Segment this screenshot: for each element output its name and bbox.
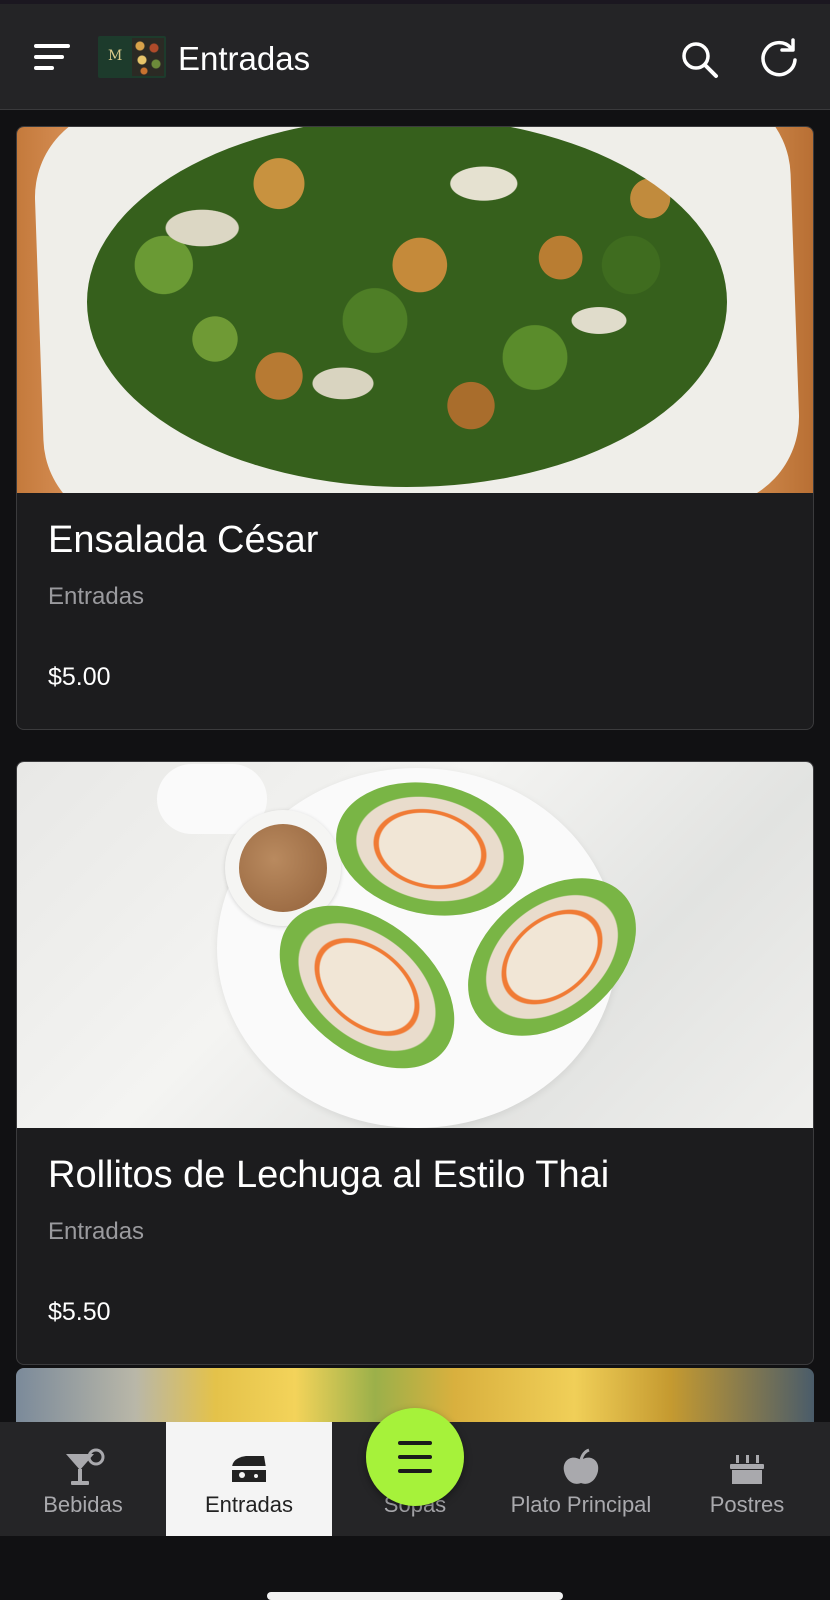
cocktail-icon <box>66 1448 105 1485</box>
tab-entradas[interactable]: Entradas <box>166 1422 332 1536</box>
logo-letter: M <box>108 48 123 64</box>
refresh-icon[interactable] <box>758 38 800 80</box>
cake-icon <box>730 1455 764 1484</box>
item-name: Ensalada César <box>48 519 319 561</box>
app-bar: M Entradas <box>0 4 830 110</box>
item-price: $5.50 <box>48 1298 111 1326</box>
tab-label: Postres <box>709 1492 785 1517</box>
menu-item-list: Ensalada César Entradas $5.00 Rollitos d… <box>0 110 830 1422</box>
tab-label: Plato Principal <box>510 1492 652 1517</box>
caesar-salad-image <box>17 127 813 493</box>
menu-item-card[interactable]: Ensalada César Entradas $5.00 <box>16 126 814 730</box>
tab-label: Entradas <box>204 1492 294 1517</box>
item-name: Rollitos de Lechuga al Estilo Thai <box>48 1154 610 1196</box>
apple-icon <box>563 1448 599 1484</box>
restaurant-logo: M <box>98 36 166 78</box>
item-price: $5.00 <box>48 663 111 691</box>
item-category: Entradas <box>48 583 145 610</box>
cheese-icon <box>232 1456 266 1482</box>
system-nav-bar <box>0 1536 830 1600</box>
thai-lettuce-wraps-image <box>17 762 813 1128</box>
categories-fab[interactable] <box>366 1408 464 1506</box>
tab-plato-principal[interactable]: Plato Principal <box>498 1422 664 1536</box>
menu-lines-icon <box>398 1441 432 1445</box>
page-title: Entradas <box>178 40 311 77</box>
menu-item-card[interactable]: Rollitos de Lechuga al Estilo Thai Entra… <box>16 761 814 1365</box>
logo-food-collage <box>132 38 164 76</box>
hamburger-menu-icon[interactable] <box>34 44 72 76</box>
tab-label: Bebidas <box>43 1492 123 1517</box>
search-icon[interactable] <box>680 40 720 80</box>
tab-bebidas[interactable]: Bebidas <box>0 1422 166 1536</box>
item-category: Entradas <box>48 1218 145 1245</box>
tab-postres[interactable]: Postres <box>664 1422 830 1536</box>
home-indicator[interactable] <box>267 1592 563 1600</box>
